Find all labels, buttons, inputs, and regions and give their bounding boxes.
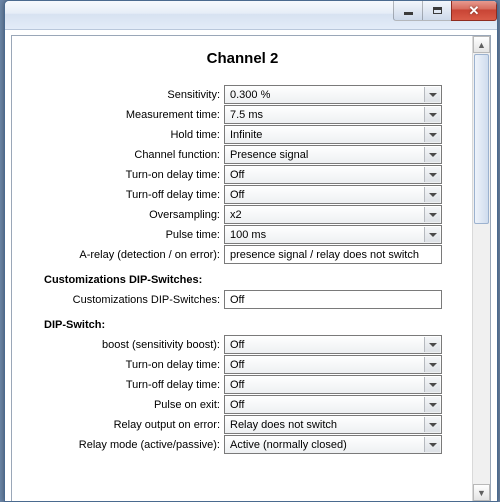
value-meas-time: 7.5 ms [230,109,263,121]
maximize-button[interactable] [422,1,452,21]
chevron-down-icon [424,337,440,352]
select-oversampling[interactable]: x2 [224,205,442,224]
chevron-down-icon [424,87,440,102]
label-relay-mode: Relay mode (active/passive): [20,439,224,451]
scroll-thumb[interactable] [474,54,489,224]
select-chan-func[interactable]: Presence signal [224,145,442,164]
chevron-down-icon [424,207,440,222]
chevron-down-icon [424,417,440,432]
chevron-down-icon [424,397,440,412]
value-arelay: presence signal / relay does not switch [230,249,419,261]
minimize-button[interactable] [393,1,423,21]
window-frame: ✕ Channel 2 Sensitivity: 0.300 % Measure… [4,0,498,502]
vertical-scrollbar[interactable]: ▲ ▼ [472,36,490,501]
select-sensitivity[interactable]: 0.300 % [224,85,442,104]
field-custom-dip: Off [224,290,442,309]
scroll-up-button[interactable]: ▲ [473,36,490,53]
row-relay-err: Relay output on error: Relay does not sw… [20,415,465,434]
content: Channel 2 Sensitivity: 0.300 % Measureme… [20,42,465,501]
row-chan-func: Channel function: Presence signal [20,145,465,164]
row-custom-dip: Customizations DIP-Switches: Off [20,290,465,309]
select-hold-time[interactable]: Infinite [224,125,442,144]
select-pulse-exit[interactable]: Off [224,395,442,414]
client-area: Channel 2 Sensitivity: 0.300 % Measureme… [11,35,491,501]
chevron-down-icon [424,377,440,392]
select-turnoff-delay[interactable]: Off [224,185,442,204]
row-turnon-delay: Turn-on delay time: Off [20,165,465,184]
row-relay-mode: Relay mode (active/passive): Active (nor… [20,435,465,454]
chevron-down-icon [424,107,440,122]
label-dip-turnon: Turn-on delay time: [20,359,224,371]
label-hold-time: Hold time: [20,129,224,141]
label-dip-turnoff: Turn-off delay time: [20,379,224,391]
row-oversampling: Oversampling: x2 [20,205,465,224]
label-meas-time: Measurement time: [20,109,224,121]
section-dip-switch: DIP-Switch: [44,319,465,331]
label-custom-dip: Customizations DIP-Switches: [20,294,224,306]
titlebar[interactable]: ✕ [5,1,497,30]
row-hold-time: Hold time: Infinite [20,125,465,144]
select-turnon-delay[interactable]: Off [224,165,442,184]
label-pulse-exit: Pulse on exit: [20,399,224,411]
value-dip-turnoff: Off [230,379,244,391]
row-pulse-time: Pulse time: 100 ms [20,225,465,244]
label-chan-func: Channel function: [20,149,224,161]
value-boost: Off [230,339,244,351]
select-meas-time[interactable]: 7.5 ms [224,105,442,124]
row-sensitivity: Sensitivity: 0.300 % [20,85,465,104]
maximize-icon [433,7,442,14]
row-dip-turnoff: Turn-off delay time: Off [20,375,465,394]
row-turnoff-delay: Turn-off delay time: Off [20,185,465,204]
select-dip-turnoff[interactable]: Off [224,375,442,394]
label-arelay: A-relay (detection / on error): [20,249,224,261]
value-hold-time: Infinite [230,129,262,141]
scroll-down-button[interactable]: ▼ [473,484,490,501]
row-boost: boost (sensitivity boost): Off [20,335,465,354]
close-icon: ✕ [469,4,480,17]
label-relay-err: Relay output on error: [20,419,224,431]
label-boost: boost (sensitivity boost): [20,339,224,351]
value-pulse-time: 100 ms [230,229,266,241]
select-boost[interactable]: Off [224,335,442,354]
value-relay-mode: Active (normally closed) [230,439,347,451]
value-dip-turnon: Off [230,359,244,371]
field-arelay: presence signal / relay does not switch [224,245,442,264]
chevron-down-icon [424,437,440,452]
minimize-icon [404,12,413,15]
chevron-down-icon [424,227,440,242]
select-relay-mode[interactable]: Active (normally closed) [224,435,442,454]
chevron-down-icon [424,357,440,372]
select-relay-err[interactable]: Relay does not switch [224,415,442,434]
window-controls: ✕ [394,1,497,21]
value-turnon-delay: Off [230,169,244,181]
section-customizations: Customizations DIP-Switches: [44,274,465,286]
chevron-down-icon [424,167,440,182]
chevron-down-icon [424,147,440,162]
row-arelay: A-relay (detection / on error): presence… [20,245,465,264]
chevron-down-icon [424,127,440,142]
label-turnoff-delay: Turn-off delay time: [20,189,224,201]
select-dip-turnon[interactable]: Off [224,355,442,374]
value-sensitivity: 0.300 % [230,89,270,101]
row-pulse-exit: Pulse on exit: Off [20,395,465,414]
value-turnoff-delay: Off [230,189,244,201]
close-button[interactable]: ✕ [451,1,497,21]
label-turnon-delay: Turn-on delay time: [20,169,224,181]
value-oversampling: x2 [230,209,242,221]
row-dip-turnon: Turn-on delay time: Off [20,355,465,374]
value-custom-dip: Off [230,294,244,306]
row-meas-time: Measurement time: 7.5 ms [20,105,465,124]
value-pulse-exit: Off [230,399,244,411]
select-pulse-time[interactable]: 100 ms [224,225,442,244]
chevron-down-icon [424,187,440,202]
value-relay-err: Relay does not switch [230,419,337,431]
page-title: Channel 2 [20,50,465,67]
value-chan-func: Presence signal [230,149,308,161]
label-oversampling: Oversampling: [20,209,224,221]
label-sensitivity: Sensitivity: [20,89,224,101]
label-pulse-time: Pulse time: [20,229,224,241]
